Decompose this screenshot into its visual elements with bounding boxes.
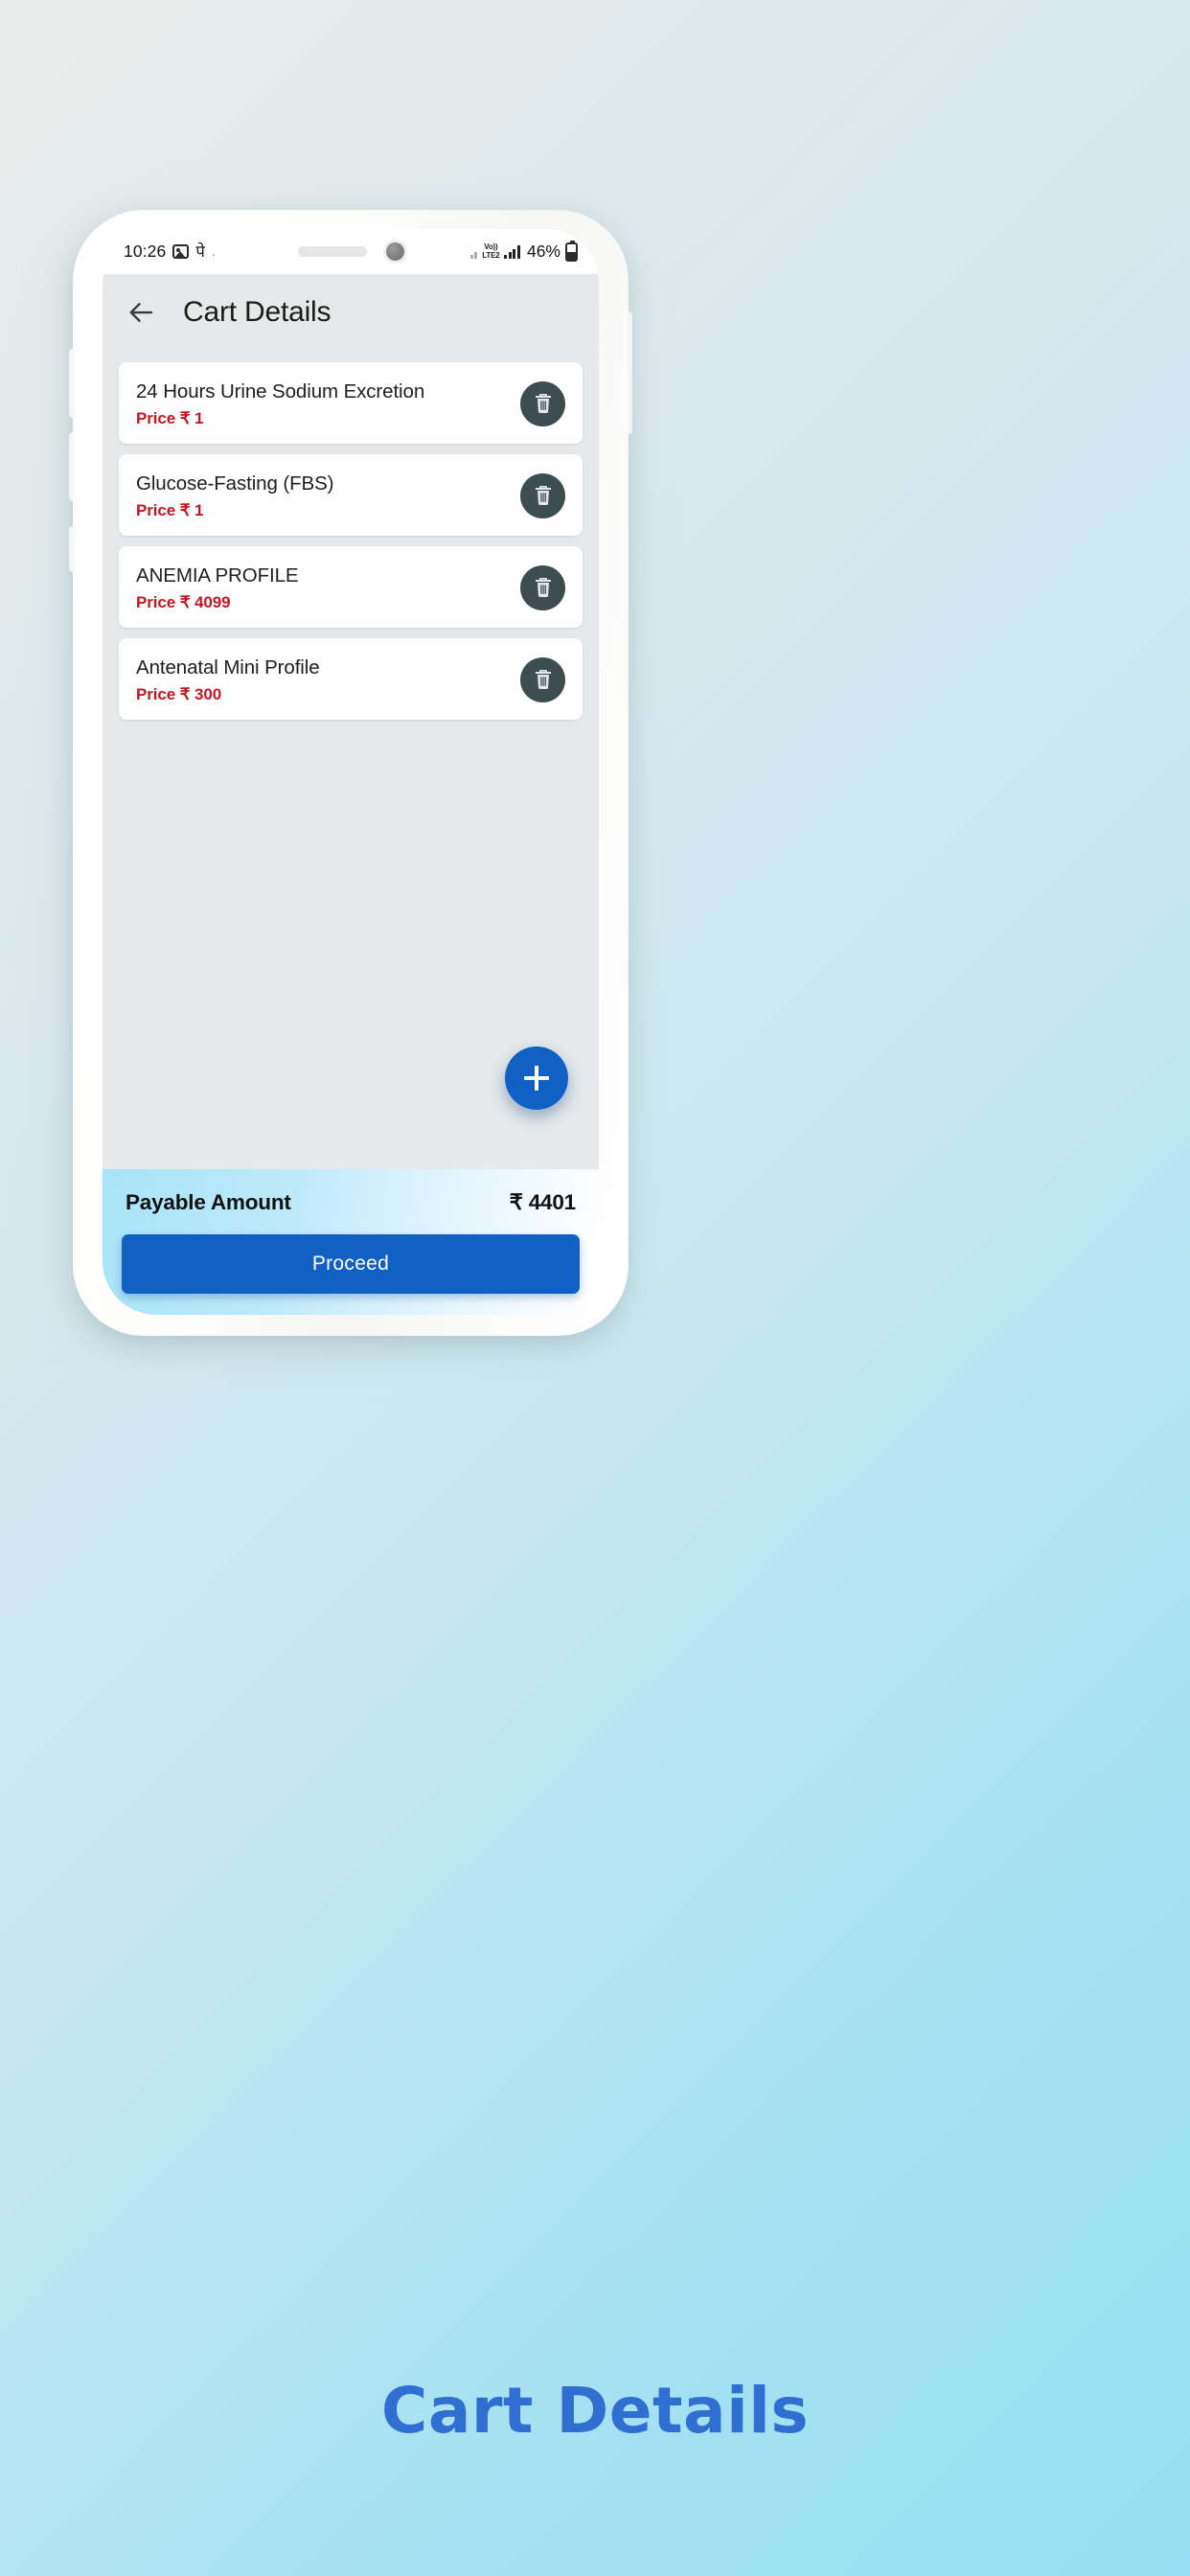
device-frame: 10:26 पे . Vo)) LTE2 46% Cart Details 24… bbox=[69, 210, 632, 1336]
page-title: Cart Details bbox=[183, 295, 332, 328]
cart-item-price: Price ₹ 1 bbox=[136, 409, 204, 428]
delete-item-button[interactable] bbox=[520, 380, 565, 426]
cart-item-info: Glucose-Fasting (FBS) Price ₹ 1 bbox=[136, 471, 520, 520]
back-arrow-icon[interactable] bbox=[127, 298, 156, 327]
phone-screen: 10:26 पे . Vo)) LTE2 46% Cart Details 24… bbox=[103, 229, 599, 1315]
table-row[interactable]: ANEMIA PROFILE Price ₹ 4099 bbox=[119, 546, 583, 629]
payable-amount-label: Payable Amount bbox=[126, 1190, 291, 1214]
signal-bars-icon bbox=[504, 244, 520, 259]
screenshot-caption: Cart Details bbox=[380, 2374, 810, 2448]
status-extra-icon: . bbox=[211, 244, 216, 259]
delete-item-button[interactable] bbox=[520, 564, 565, 610]
payable-amount-value: ₹ 4401 bbox=[509, 1190, 577, 1214]
cart-list-container: 24 Hours Urine Sodium Excretion Price ₹ … bbox=[103, 350, 599, 1169]
proceed-button[interactable]: Proceed bbox=[122, 1234, 580, 1294]
trash-icon bbox=[532, 668, 555, 691]
status-bar-right: Vo)) LTE2 46% bbox=[469, 240, 578, 262]
payable-amount-row: Payable Amount ₹ 4401 bbox=[122, 1190, 580, 1215]
cart-item-name: ANEMIA PROFILE bbox=[136, 564, 299, 587]
table-row[interactable]: 24 Hours Urine Sodium Excretion Price ₹ … bbox=[119, 362, 583, 445]
volume-up-button[interactable] bbox=[69, 349, 78, 418]
battery-percent-label: 46% bbox=[526, 242, 561, 261]
assistant-button[interactable] bbox=[69, 526, 78, 572]
trash-icon bbox=[532, 576, 555, 599]
gallery-icon bbox=[172, 244, 190, 259]
payment-bar: Payable Amount ₹ 4401 Proceed bbox=[103, 1169, 599, 1315]
earpiece-speaker bbox=[297, 246, 367, 257]
volte-icon: Vo)) LTE2 bbox=[482, 242, 500, 260]
table-row[interactable]: Antenatal Mini Profile Price ₹ 300 bbox=[119, 638, 583, 721]
delete-item-button[interactable] bbox=[520, 656, 565, 702]
cart-item-price: Price ₹ 4099 bbox=[136, 593, 231, 612]
status-bar-left: 10:26 पे . bbox=[124, 242, 216, 262]
add-test-fab[interactable] bbox=[505, 1046, 568, 1110]
cart-item-name: Antenatal Mini Profile bbox=[136, 656, 320, 679]
front-camera bbox=[385, 242, 404, 261]
cart-item-info: 24 Hours Urine Sodium Excretion Price ₹ … bbox=[136, 379, 520, 428]
cart-item-info: ANEMIA PROFILE Price ₹ 4099 bbox=[136, 563, 520, 612]
volume-down-button[interactable] bbox=[69, 432, 78, 501]
app-header: Cart Details bbox=[103, 274, 599, 350]
phone-device: 10:26 पे . Vo)) LTE2 46% Cart Details 24… bbox=[67, 210, 632, 1347]
cart-item-name: 24 Hours Urine Sodium Excretion bbox=[136, 380, 425, 402]
delete-item-button[interactable] bbox=[520, 472, 565, 518]
volte-lte-label: LTE2 bbox=[482, 250, 500, 260]
cart-item-price: Price ₹ 300 bbox=[136, 685, 222, 704]
trash-icon bbox=[532, 392, 555, 415]
phonepe-icon: पे bbox=[195, 242, 205, 261]
table-row[interactable]: Glucose-Fasting (FBS) Price ₹ 1 bbox=[119, 454, 583, 537]
power-button[interactable] bbox=[624, 311, 632, 434]
status-bar: 10:26 पे . Vo)) LTE2 46% bbox=[103, 229, 599, 274]
status-clock: 10:26 bbox=[124, 242, 167, 261]
trash-icon bbox=[532, 484, 555, 507]
signal-bars-secondary bbox=[469, 244, 478, 259]
battery-icon bbox=[565, 240, 578, 262]
cart-item-info: Antenatal Mini Profile Price ₹ 300 bbox=[136, 655, 520, 704]
cart-item-name: Glucose-Fasting (FBS) bbox=[136, 472, 334, 495]
cart-item-price: Price ₹ 1 bbox=[136, 501, 204, 520]
